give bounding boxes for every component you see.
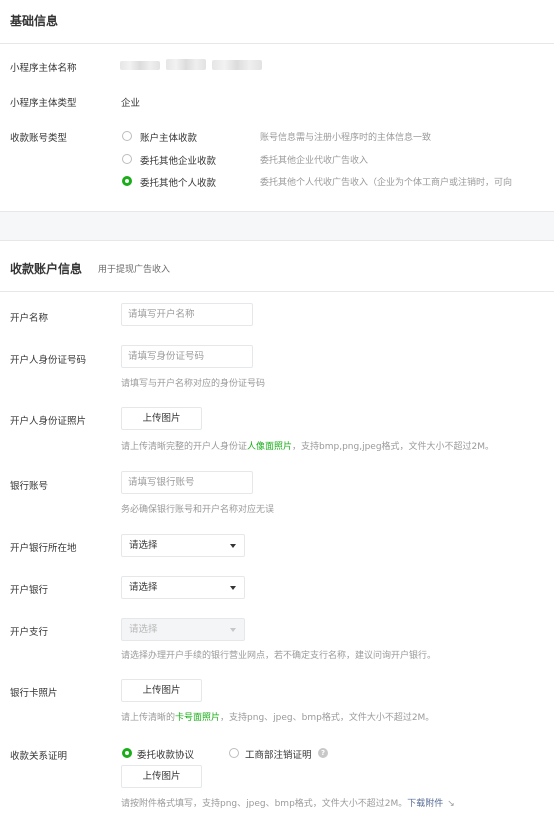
id-photo-hint-text: 请上传清晰完整的开户人身份证 (121, 442, 248, 452)
account-info-title: 收款账户信息 (10, 262, 83, 276)
cursor-arrow-icon: ↘ (447, 799, 455, 809)
proof-upload-button[interactable]: 上传图片 (121, 765, 202, 788)
divider (0, 211, 554, 212)
option-own-account-label[interactable]: 账户主体收款 (140, 130, 197, 144)
option-other-company-label[interactable]: 委托其他企业收款 (140, 153, 216, 167)
bank-select[interactable]: 请选择 (121, 576, 245, 599)
id-number-hint: 请填写与开户名称对应的身份证号码 (121, 379, 266, 389)
divider (0, 291, 554, 292)
divider (0, 240, 554, 241)
branch-select[interactable]: 请选择 (121, 618, 245, 641)
radio-own-account[interactable] (122, 131, 132, 141)
id-photo-upload-button[interactable]: 上传图片 (121, 407, 202, 430)
card-photo-upload-button[interactable]: 上传图片 (121, 679, 202, 702)
option-own-account-desc: 账号信息需与注册小程序时的主体信息一致 (260, 133, 432, 143)
bank-account-label: 银行账号 (10, 481, 49, 492)
card-photo-label: 银行卡照片 (10, 688, 58, 699)
branch-label: 开户支行 (10, 627, 49, 638)
portrait-side-link[interactable]: 人像面照片 (247, 442, 292, 452)
id-photo-hint: 请上传清晰完整的开户人身份证人像面照片，支持bmp,png,jpeg格式，文件大… (121, 439, 494, 452)
bank-account-input[interactable]: 请填写银行账号 (121, 471, 253, 494)
help-icon[interactable]: ? (318, 748, 328, 758)
card-photo-hint-text: 请上传清晰的 (121, 713, 176, 723)
subject-type-value: 企业 (121, 98, 141, 109)
id-number-input[interactable]: 请填写身份证号码 (121, 345, 253, 368)
card-number-side-link[interactable]: 卡号面照片 (175, 713, 220, 723)
bank-region-select[interactable]: 请选择 (121, 534, 245, 557)
section-gap (0, 211, 554, 240)
subject-name-value-redacted (120, 58, 262, 72)
account-type-label: 收款账号类型 (10, 133, 68, 144)
account-info-subtitle: 用于提现广告收入 (98, 265, 171, 275)
radio-other-company[interactable] (122, 154, 132, 164)
option-other-person-label[interactable]: 委托其他个人收款 (140, 175, 216, 189)
radio-entrust-agreement[interactable] (122, 748, 132, 758)
basic-info-title: 基础信息 (10, 14, 59, 28)
bank-select-value: 请选择 (129, 582, 158, 593)
bank-region-select-value: 请选择 (129, 540, 158, 551)
option-other-company-desc: 委托其他企业代收广告收入 (260, 156, 369, 166)
branch-hint: 请选择办理开户手续的银行营业网点，若不确定支行名称，建议问询开户银行。 (121, 651, 437, 661)
id-number-label: 开户人身份证号码 (10, 355, 87, 366)
deregistration-proof-label[interactable]: 工商部注销证明 (245, 747, 312, 761)
proof-hint-text: 请按附件格式填写，支持png、jpeg、bmp格式，文件大小不超过2M。 (121, 799, 408, 809)
holder-name-input[interactable]: 请填写开户名称 (121, 303, 253, 326)
bank-label: 开户银行 (10, 585, 49, 596)
download-attachment-link[interactable]: 下载附件 (407, 799, 443, 809)
entrust-agreement-label[interactable]: 委托收款协议 (137, 747, 194, 761)
proof-label: 收款关系证明 (10, 751, 68, 762)
id-photo-label: 开户人身份证照片 (10, 416, 87, 427)
subject-type-label: 小程序主体类型 (10, 98, 77, 109)
option-other-person-desc: 委托其他个人代收广告收入（企业为个体工商户或注销时，可向 (260, 178, 513, 188)
subject-name-label: 小程序主体名称 (10, 63, 77, 74)
chevron-down-icon (230, 628, 236, 632)
radio-deregistration-proof[interactable] (229, 748, 239, 758)
radio-other-person[interactable] (122, 176, 132, 186)
bank-account-hint: 务必确保银行账号和开户名称对应无误 (121, 505, 275, 515)
bank-region-label: 开户银行所在地 (10, 543, 77, 554)
holder-name-label: 开户名称 (10, 313, 49, 324)
card-photo-hint: 请上传清晰的卡号面照片，支持png、jpeg、bmp格式，文件大小不超过2M。 (121, 710, 434, 723)
chevron-down-icon (230, 544, 236, 548)
proof-hint: 请按附件格式填写，支持png、jpeg、bmp格式，文件大小不超过2M。下载附件… (121, 796, 455, 809)
divider (0, 43, 554, 44)
branch-select-value: 请选择 (129, 624, 158, 635)
chevron-down-icon (230, 586, 236, 590)
card-photo-hint-format: ，支持png、jpeg、bmp格式，文件大小不超过2M。 (220, 713, 435, 723)
id-photo-hint-format: ，支持bmp,png,jpeg格式，文件大小不超过2M。 (292, 442, 495, 452)
